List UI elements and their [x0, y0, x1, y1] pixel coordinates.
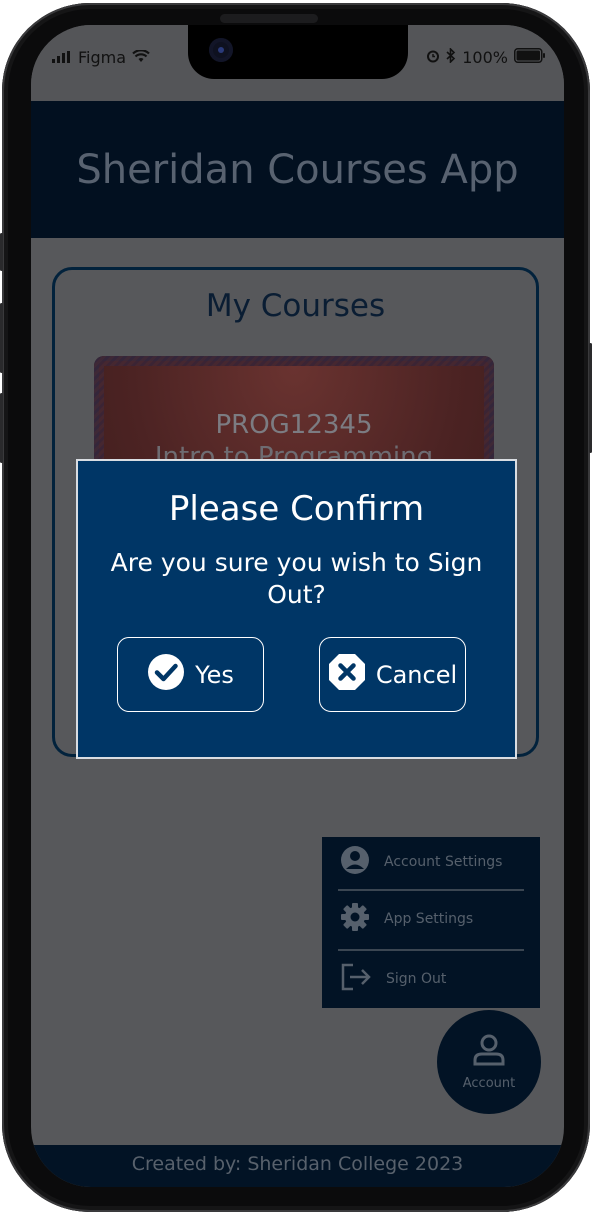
- footer-text: Created by: Sheridan College 2023: [131, 1153, 464, 1175]
- person-icon: [472, 1034, 506, 1070]
- gear-icon: [340, 902, 370, 936]
- wifi-icon: [132, 48, 150, 67]
- cancel-octagon-icon: [328, 653, 366, 697]
- menu-divider: [338, 889, 524, 891]
- dialog-title: Please Confirm: [168, 489, 425, 529]
- account-button[interactable]: Account: [437, 1010, 541, 1114]
- menu-item-account-settings[interactable]: Account Settings: [340, 842, 502, 882]
- battery-percent: 100%: [462, 48, 508, 67]
- account-menu: Account Settings App Settings Sign Out: [322, 837, 540, 1008]
- account-button-label: Account: [462, 1075, 516, 1091]
- yes-button-label: Yes: [195, 660, 234, 689]
- volume-down-button: [0, 393, 3, 463]
- volume-up-button: [0, 303, 3, 373]
- footer: Created by: Sheridan College 2023: [31, 1145, 564, 1187]
- cellular-signal-icon: [52, 48, 72, 67]
- front-camera: [209, 38, 233, 62]
- mute-switch: [0, 233, 3, 271]
- menu-item-sign-out[interactable]: Sign Out: [340, 959, 446, 999]
- status-left: Figma: [52, 48, 150, 67]
- menu-item-label: Sign Out: [386, 971, 447, 987]
- cancel-button[interactable]: Cancel: [319, 637, 466, 712]
- screen: Figma 100% Sheridan Courses App My Cours…: [31, 25, 564, 1187]
- course-code: PROG12345: [215, 410, 373, 440]
- battery-icon: [514, 48, 546, 67]
- app-title: Sheridan Courses App: [76, 146, 519, 193]
- card-title: My Courses: [205, 288, 386, 324]
- menu-divider: [338, 949, 524, 951]
- menu-item-label: Account Settings: [384, 854, 503, 870]
- account-circle-icon: [340, 845, 370, 879]
- sign-out-icon: [340, 962, 372, 996]
- confirm-dialog: Please Confirm Are you sure you wish to …: [76, 459, 517, 759]
- status-bar: Figma 100%: [31, 25, 564, 101]
- phone-frame: Figma 100% Sheridan Courses App My Cours…: [0, 3, 592, 1212]
- menu-item-app-settings[interactable]: App Settings: [340, 899, 473, 939]
- dialog-message: Are you sure you wish to Sign Out?: [110, 548, 483, 609]
- cancel-button-label: Cancel: [375, 660, 458, 689]
- speaker-grille: [220, 14, 318, 23]
- check-circle-icon: [147, 653, 185, 697]
- status-right: 100%: [426, 47, 546, 67]
- bluetooth-icon: [446, 47, 456, 67]
- carrier-label: Figma: [78, 48, 127, 67]
- menu-item-label: App Settings: [384, 911, 474, 927]
- app-header: Sheridan Courses App: [31, 101, 564, 238]
- notch: [188, 25, 408, 79]
- alarm-icon: [426, 48, 440, 67]
- yes-button[interactable]: Yes: [117, 637, 264, 712]
